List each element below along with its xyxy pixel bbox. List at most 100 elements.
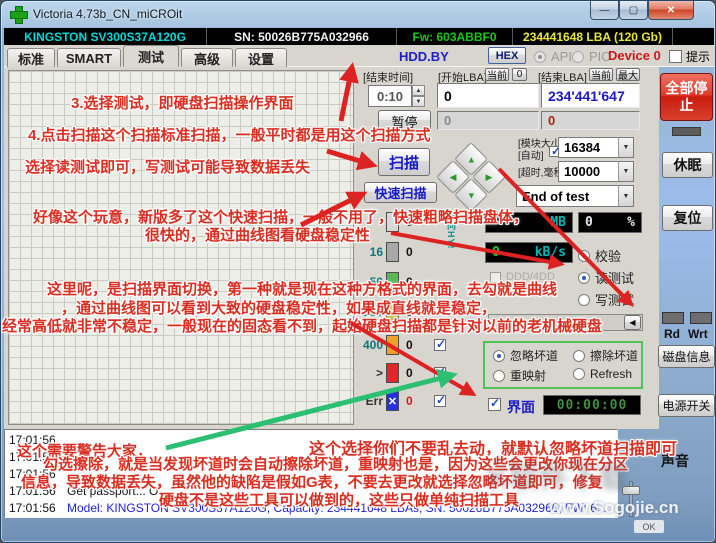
down-arrow-icon: ▼ — [467, 190, 476, 200]
scrollbar-left-button[interactable]: ◀ — [624, 315, 641, 330]
maximize-button[interactable]: ▢ — [619, 1, 648, 20]
end-time-label: [结束时间] — [363, 69, 413, 85]
drive-serial: SN: 50026B775A032966 — [207, 28, 397, 45]
app-window: Victoria 4.73b_CN_miCROit — ▢ ✕ KINGSTON… — [0, 0, 716, 543]
right-arrow-icon: ▶ — [486, 171, 493, 182]
annotation: 3.选择测试，即硬盘扫描操作界面 — [71, 92, 294, 113]
volume-slider[interactable] — [621, 479, 641, 519]
spin-up-icon[interactable]: ▲ — [412, 85, 425, 96]
after-action-value: End of test — [522, 189, 589, 204]
hint-checkbox[interactable]: 提示 — [669, 48, 710, 65]
drive-info-bar: KINGSTON SV300S37A120G SN: 50026B775A032… — [4, 28, 714, 45]
end-time-spinner[interactable]: 0:10 — [368, 85, 412, 107]
block-size-value: 16384 — [564, 140, 600, 155]
remap-radio[interactable]: 重映射 — [493, 367, 546, 384]
remap-label: 重映射 — [510, 367, 546, 384]
start-lba-current-button[interactable]: 当前 — [485, 68, 509, 81]
tab-settings[interactable]: 设置 — [235, 48, 287, 67]
legend-checkbox[interactable] — [434, 339, 446, 351]
legend-checkbox[interactable] — [434, 367, 446, 379]
radio-icon — [493, 370, 505, 382]
timeout-dropdown[interactable]: 10000 ▼ — [558, 161, 634, 182]
write-led — [690, 312, 712, 324]
device-indicator: Device 0 — [608, 48, 661, 63]
reset-button[interactable]: 复位 — [662, 205, 713, 231]
write-test-label: 写测试 — [595, 290, 634, 309]
legend-row: 4000 — [359, 334, 454, 356]
radio-icon — [578, 272, 590, 284]
write-test-radio[interactable]: 写测试 — [578, 290, 634, 309]
verify-radio[interactable]: 校验 — [578, 246, 621, 265]
dropdown-arrow-icon[interactable]: ▼ — [618, 162, 633, 181]
hddby-link[interactable]: HDD.BY — [399, 49, 449, 64]
write-led-label: Wrt — [688, 327, 708, 341]
legend-block — [386, 363, 399, 383]
read-test-label: 读测试 — [595, 268, 634, 287]
start-lba-input[interactable]: 0 — [437, 83, 539, 108]
drive-model: KINGSTON SV300S37A120G — [4, 28, 207, 45]
auto-label: [自动] — [518, 147, 544, 162]
sleep-button[interactable]: 休眠 — [662, 152, 713, 178]
legend-row: Err✕0 — [359, 390, 454, 412]
radio-icon — [493, 350, 505, 362]
read-led — [662, 312, 684, 324]
legend-block — [386, 335, 399, 355]
end-lba-max-button[interactable]: 最大 — [616, 68, 640, 81]
dropdown-arrow-icon[interactable]: ▼ — [618, 186, 633, 206]
read-test-radio[interactable]: 读测试 — [578, 268, 634, 287]
tab-test[interactable]: 测试 — [123, 45, 179, 67]
timeout-value: 10000 — [564, 164, 600, 179]
tab-bar: 标准 SMART 测试 高级 设置 HDD.BY HEX API PIO Dev… — [4, 45, 714, 67]
quick-scan-button[interactable]: 快速扫描 — [364, 182, 437, 203]
title-bar: Victoria 4.73b_CN_miCROit — ▢ ✕ — [1, 1, 715, 28]
mb-unit: MB — [550, 215, 566, 230]
scan-button[interactable]: 扫描 — [378, 148, 430, 176]
end-lba-current-button[interactable]: 当前 — [589, 68, 613, 81]
legend-row: >0 — [359, 362, 454, 384]
legend-checkbox[interactable] — [434, 395, 446, 407]
ignore-bad-radio[interactable]: 忽略坏道 — [493, 347, 558, 364]
speed-display: 0kB/s — [485, 242, 573, 263]
speed-value: 0 — [492, 245, 500, 260]
tab-standard[interactable]: 标准 — [7, 48, 55, 67]
annotation: 4.点击扫描这个扫描标准扫描，一般平时都是用这个扫描方式 — [28, 124, 431, 145]
block-size-dropdown[interactable]: 16384 ▼ — [558, 137, 634, 158]
tab-smart[interactable]: SMART — [57, 48, 121, 67]
timer-display: 00:00:00 — [543, 395, 641, 415]
indicator-slot — [672, 127, 701, 136]
radio-icon — [534, 51, 546, 63]
percent-unit: % — [627, 215, 635, 230]
pio-radio[interactable]: PIO — [572, 49, 611, 64]
radio-icon — [573, 368, 585, 380]
after-action-dropdown[interactable]: End of test ▼ — [516, 185, 634, 207]
app-icon — [10, 6, 26, 22]
refresh-radio[interactable]: Refresh — [573, 367, 632, 381]
current-end-field: 0 — [541, 111, 640, 130]
tab-advanced[interactable]: 高级 — [181, 48, 233, 67]
annotation: 选择读测试即可，写测试可能导致数据丢失 — [25, 156, 310, 177]
maximize-icon: ▢ — [629, 5, 638, 16]
close-button[interactable]: ✕ — [648, 1, 694, 20]
current-lba-field: 0 — [437, 111, 539, 130]
percent-display: 0% — [578, 212, 642, 233]
power-switch-button[interactable]: 电源开关 — [658, 394, 715, 417]
start-lba-zero-button[interactable]: 0 — [512, 68, 527, 81]
window-title: Victoria 4.73b_CN_miCROit — [33, 7, 182, 21]
stop-all-button[interactable]: 全部停止 — [660, 73, 713, 121]
hex-button[interactable]: HEX — [488, 47, 526, 64]
annotation: 经常高低就非常不稳定，一般现在的固态看不到，起始硬盘扫描都是针对以前的老机械硬盘 — [2, 315, 602, 336]
erase-bad-radio[interactable]: 擦除坏道 — [573, 347, 638, 364]
spin-down-icon[interactable]: ▼ — [412, 96, 425, 107]
end-time-spin-buttons[interactable]: ▲▼ — [412, 85, 425, 107]
api-radio[interactable]: API — [534, 49, 572, 64]
read-led-label: Rd — [664, 327, 680, 341]
end-lba-input[interactable]: 234'441'647 — [541, 83, 640, 108]
minimize-button[interactable]: — — [590, 1, 619, 20]
radio-icon — [578, 294, 590, 306]
refresh-label: Refresh — [590, 367, 632, 381]
ui-checkbox[interactable] — [488, 398, 501, 411]
slider-handle[interactable] — [622, 486, 640, 495]
dropdown-arrow-icon[interactable]: ▼ — [618, 138, 633, 157]
disk-info-button[interactable]: 磁盘信息 — [658, 345, 715, 368]
annotation: 很快的，通过曲线图看硬盘稳定性 — [145, 224, 370, 245]
